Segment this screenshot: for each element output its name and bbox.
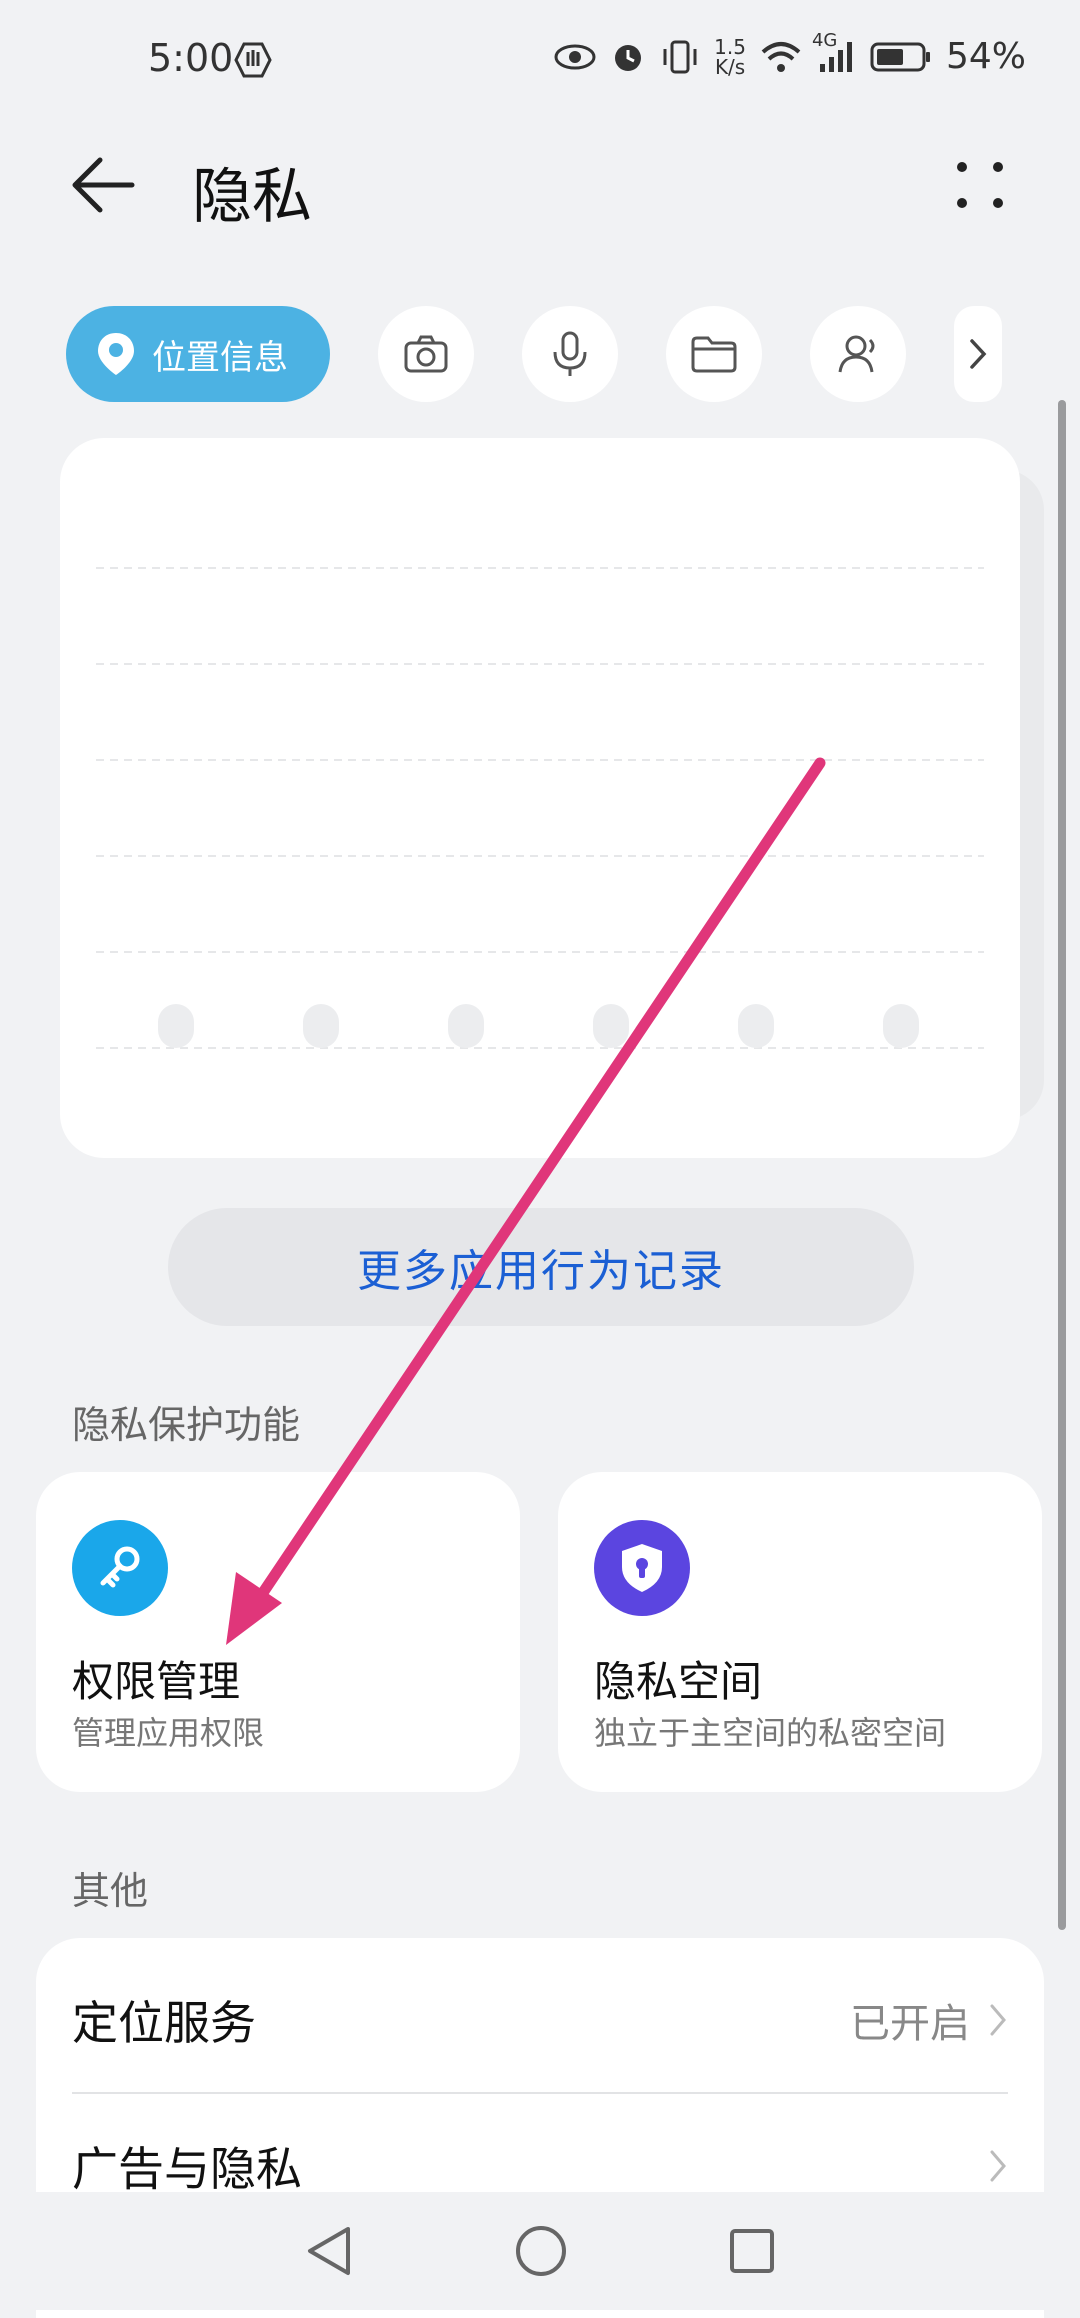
tabs-scroll-right-button[interactable]: [954, 306, 1002, 402]
chart-bar: [158, 1004, 194, 1048]
chart-plot: [96, 567, 984, 1049]
nav-home-icon[interactable]: [514, 2224, 568, 2278]
card-title: 隐私空间: [594, 1657, 763, 1706]
card-subtitle: 独立于主空间的私密空间: [594, 1714, 947, 1752]
shield-lock-icon: [594, 1520, 690, 1616]
status-time: 5:00: [148, 36, 234, 80]
permission-management-card[interactable]: 权限管理 管理应用权限: [36, 1472, 520, 1792]
list-item-location-service[interactable]: 定位服务 已开启: [72, 1948, 1008, 2092]
status-icons: 1.5 K/s 4G 54%: [554, 30, 1026, 79]
camera-icon: [404, 335, 448, 373]
tab-location[interactable]: 位置信息: [66, 306, 330, 402]
contacts-icon: [838, 335, 875, 373]
tab-contacts[interactable]: [810, 306, 906, 402]
system-navigation-bar: [0, 2192, 1080, 2310]
microphone-icon: [553, 331, 587, 376]
chevron-right-icon: [970, 339, 987, 369]
wifi-icon: [761, 41, 801, 72]
network-type: 4G: [811, 29, 838, 51]
location-usage-chart: [60, 438, 1020, 1158]
network-speed: 1.5 K/s: [714, 34, 746, 79]
chart-bar: [303, 1004, 339, 1048]
tab-camera[interactable]: [378, 306, 474, 402]
tab-files[interactable]: [666, 306, 762, 402]
tab-microphone[interactable]: [522, 306, 618, 402]
more-options-button[interactable]: [950, 155, 1010, 215]
card-title: 权限管理: [72, 1657, 241, 1706]
nav-recents-icon[interactable]: [728, 2227, 776, 2275]
eye-icon: [554, 44, 596, 69]
chevron-right-icon: [990, 2150, 1006, 2182]
chart-bar: [448, 1004, 484, 1048]
section-title-privacy-protection: 隐私保护功能: [72, 1403, 301, 1447]
list-item-value: 已开启: [850, 2001, 970, 2047]
back-button[interactable]: [70, 150, 150, 220]
page-title: 隐私: [192, 162, 312, 232]
alarm-icon: [615, 44, 642, 71]
chart-bar: [883, 1004, 919, 1048]
private-space-card[interactable]: 隐私空间 独立于主空间的私密空间: [558, 1472, 1042, 1792]
more-dots-icon: [957, 162, 1003, 208]
list-item-label: 广告与隐私: [72, 2142, 302, 2196]
location-icon: [98, 333, 134, 375]
chevron-right-icon: [990, 2004, 1006, 2036]
nav-back-icon[interactable]: [304, 2223, 354, 2279]
tab-location-label: 位置信息: [152, 337, 288, 378]
card-subtitle: 管理应用权限: [72, 1714, 265, 1752]
section-title-other: 其他: [72, 1869, 149, 1913]
battery-percent: 54%: [945, 36, 1026, 77]
vibrate-icon: [663, 40, 697, 73]
list-item-label: 定位服务: [72, 1996, 256, 2050]
folder-icon: [691, 336, 737, 373]
hand-icon: [234, 40, 272, 84]
back-arrow-icon: [72, 157, 135, 213]
scrollbar[interactable]: [1058, 400, 1066, 1930]
key-icon: [72, 1520, 168, 1616]
more-app-behavior-records-button[interactable]: 更多应用行为记录: [168, 1208, 914, 1326]
chart-bar: [738, 1004, 774, 1048]
chart-bar: [593, 1004, 629, 1048]
battery-icon: [870, 42, 930, 71]
